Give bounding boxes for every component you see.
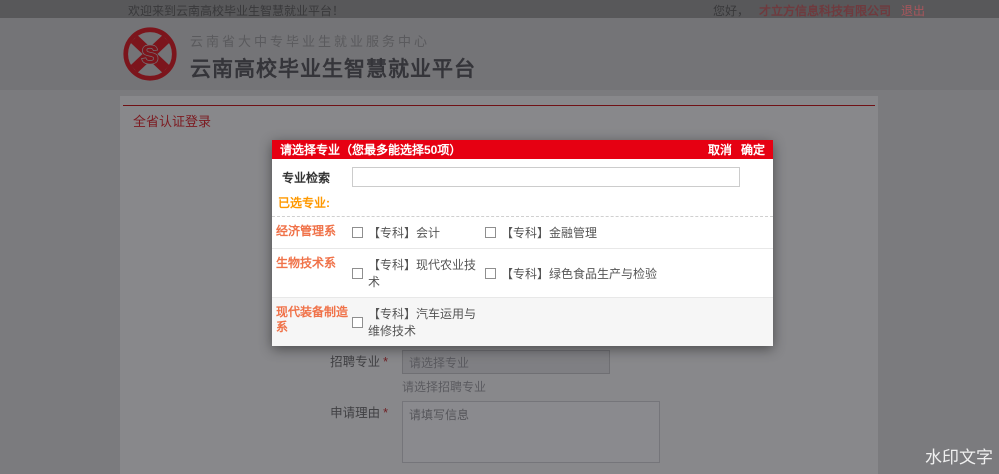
company-name: 才立方信息科技有限公司: [759, 2, 891, 19]
page-title: 全省认证登录: [133, 111, 211, 130]
department-name: 生物技术系: [276, 256, 352, 290]
field-label: 招聘专业: [330, 355, 380, 369]
major-option[interactable]: 【专科】现代农业技术: [352, 256, 485, 290]
major-select-dialog: 请选择专业（您最多能选择50项） 取消 确定 专业检索 已选专业: 经济管理系 …: [272, 140, 773, 346]
major-checkbox[interactable]: [485, 227, 496, 238]
major-checkbox[interactable]: [352, 317, 363, 328]
major-option[interactable]: 【专科】金融管理: [485, 224, 597, 241]
department-row: 现代装备制造系 【专科】汽车运用与维修技术: [272, 297, 773, 346]
recruit-major-field[interactable]: [402, 350, 610, 374]
section-divider: [123, 105, 875, 106]
major-label: 【专科】会计: [368, 224, 440, 241]
major-label: 【专科】金融管理: [501, 224, 597, 241]
major-search-input[interactable]: [352, 167, 740, 187]
major-checkbox[interactable]: [352, 227, 363, 238]
major-option[interactable]: 【专科】汽车运用与维修技术: [352, 305, 485, 339]
site-header: S 云南省大中专毕业生就业服务中心 云南高校毕业生智慧就业平台: [0, 18, 999, 90]
required-mark: *: [383, 406, 388, 420]
logo-letter: S: [141, 39, 158, 69]
major-label: 【专科】绿色食品生产与检验: [501, 265, 657, 282]
welcome-text: 欢迎来到云南高校毕业生智慧就业平台！: [128, 2, 344, 19]
platform-logo-icon: S: [122, 26, 178, 82]
department-row: 经济管理系 【专科】会计 【专科】金融管理: [272, 216, 773, 248]
department-name: 经济管理系: [276, 224, 352, 241]
form-row-reason: 申请理由*: [120, 401, 388, 425]
org-name: 云南省大中专毕业生就业服务中心: [190, 31, 476, 50]
required-mark: *: [383, 355, 388, 369]
search-label: 专业检索: [282, 169, 352, 186]
confirm-button[interactable]: 确定: [741, 141, 765, 158]
watermark-text: 水印文字: [925, 443, 993, 468]
major-label: 【专科】汽车运用与维修技术: [368, 305, 485, 339]
logout-link[interactable]: 退出: [901, 2, 925, 19]
form-row-major: 招聘专业*: [120, 350, 388, 374]
major-checkbox[interactable]: [352, 268, 363, 279]
major-label: 【专科】现代农业技术: [368, 256, 485, 290]
major-option[interactable]: 【专科】绿色食品生产与检验: [485, 256, 657, 290]
department-name: 现代装备制造系: [276, 305, 352, 339]
selected-majors-label: 已选专业:: [278, 194, 763, 211]
greeting-prefix: 您好，: [713, 2, 749, 19]
major-helper-text: 请选择招聘专业: [402, 378, 486, 395]
cancel-button[interactable]: 取消: [708, 141, 732, 158]
platform-name: 云南高校毕业生智慧就业平台: [190, 53, 476, 83]
dialog-header: 请选择专业（您最多能选择50项） 取消 确定: [272, 140, 773, 159]
major-search-row: 专业检索: [272, 159, 773, 191]
department-row: 生物技术系 【专科】现代农业技术 【专科】绿色食品生产与检验: [272, 248, 773, 297]
major-checkbox[interactable]: [485, 268, 496, 279]
top-bar: 欢迎来到云南高校毕业生智慧就业平台！ 您好， 才立方信息科技有限公司 退出: [0, 0, 999, 18]
field-label: 申请理由: [330, 406, 380, 420]
apply-reason-field[interactable]: [402, 401, 660, 463]
dialog-title: 请选择专业（您最多能选择50项）: [280, 141, 699, 158]
major-option[interactable]: 【专科】会计: [352, 224, 485, 241]
